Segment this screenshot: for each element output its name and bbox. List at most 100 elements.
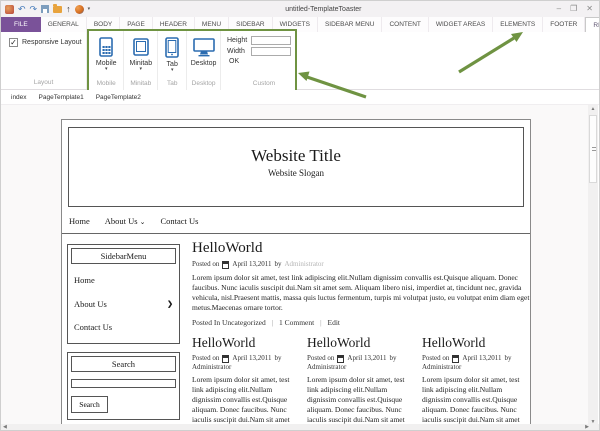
post-body: Lorem ipsum dolor sit amet, test link ad…: [307, 375, 405, 426]
website-preview[interactable]: Website Title Website Slogan Home About …: [61, 119, 531, 426]
tab-icon[interactable]: [164, 37, 180, 58]
sidebar-item-home[interactable]: Home: [71, 264, 176, 288]
width-label: Width: [227, 48, 245, 55]
post-footer: Posted In Uncategorized | 1 Comment | Ed…: [192, 318, 530, 327]
site-nav-bar: Home About Us ⌄ Contact Us: [62, 208, 530, 234]
meta-date: April 13,2011: [462, 354, 502, 362]
tab-content[interactable]: CONTENT: [382, 17, 429, 32]
templatetoaster-window: ↶ ↷ ↑ ▾ untitled-TemplateToaster – ❐ ✕ F…: [0, 0, 600, 431]
search-input[interactable]: [71, 379, 176, 388]
export-folder-icon[interactable]: [53, 3, 63, 13]
page-tab-index[interactable]: index: [11, 94, 27, 101]
post-title[interactable]: HelloWorld: [422, 335, 528, 351]
undo-icon[interactable]: ↶: [18, 4, 26, 14]
save-icon[interactable]: [41, 5, 50, 13]
sidebar-item-about-us[interactable]: About Us ❯: [71, 288, 176, 312]
meta-author-link[interactable]: Administrator: [307, 363, 346, 372]
tab-general[interactable]: GENERAL: [41, 17, 87, 32]
title-bar: ↶ ↷ ↑ ▾ untitled-TemplateToaster – ❐ ✕: [1, 1, 599, 17]
nav-dropdown-icon: ⌄: [139, 217, 146, 226]
window-title: untitled-TemplateToaster: [285, 5, 362, 13]
tab-widget-areas[interactable]: WIDGET AREAS: [429, 17, 494, 32]
preview-sidebar: SidebarMenu Home About Us ❯ Contact Us S…: [67, 244, 180, 426]
post-columns: HelloWorld Posted on April 13,2011 by Ad…: [192, 335, 530, 426]
column-post[interactable]: HelloWorld Posted on April 13,2011 by Ad…: [192, 335, 298, 426]
post-body: Lorem ipsum dolor sit amet, test link ad…: [422, 375, 520, 426]
layout-group: ✓ Responsive Layout Layout: [1, 32, 87, 89]
sidebar-menu-title: SidebarMenu: [71, 248, 176, 264]
minitab-icon[interactable]: [132, 37, 150, 57]
height-input[interactable]: [251, 36, 291, 45]
post-title[interactable]: HelloWorld: [192, 335, 298, 351]
meta-by: by: [274, 354, 282, 362]
custom-group: Height Width OK Custom: [221, 31, 295, 90]
tab-file[interactable]: FILE: [1, 17, 41, 32]
preview-content: HelloWorld Posted on April 13,2011 by Ad…: [192, 240, 530, 426]
meta-author-link[interactable]: Administrator: [284, 260, 323, 269]
responsive-layout-checkbox-label: Responsive Layout: [22, 39, 82, 46]
column-post[interactable]: HelloWorld Posted on April 13,2011 by Ad…: [422, 335, 528, 426]
meta-author-link[interactable]: Administrator: [422, 363, 461, 372]
mobile-icon[interactable]: [98, 37, 114, 57]
column-post[interactable]: HelloWorld Posted on April 13,2011 by Ad…: [307, 335, 413, 426]
minimize-button[interactable]: –: [557, 4, 561, 14]
meta-by: by: [389, 354, 397, 362]
tab-footer[interactable]: FOOTER: [543, 17, 586, 32]
post-meta: Posted on April 13,2011 by Administrator: [422, 354, 528, 372]
calendar-icon: [452, 354, 460, 363]
width-input[interactable]: [251, 47, 291, 56]
meta-date: April 13,2011: [232, 260, 272, 268]
desktop-icon[interactable]: [192, 37, 216, 57]
site-header-box[interactable]: Website Title Website Slogan: [68, 127, 524, 207]
minitab-dropdown-icon[interactable]: ▾: [140, 67, 143, 72]
page-tab-pagetemplate1[interactable]: PageTemplate1: [39, 94, 84, 101]
nav-item-home[interactable]: Home: [69, 216, 90, 226]
comments-link[interactable]: 1 Comment: [279, 318, 314, 327]
horizontal-scrollbar[interactable]: ◀ ▶: [1, 424, 599, 430]
calendar-icon: [222, 260, 230, 269]
category-link[interactable]: Posted In Uncategorized: [192, 318, 266, 327]
post-meta: Posted on April 13,2011 by Administrator: [192, 260, 530, 269]
meta-author-link[interactable]: Administrator: [192, 363, 231, 372]
nav-item-contact-us[interactable]: Contact Us: [160, 216, 198, 226]
desktop-group: Desktop Desktop: [187, 31, 221, 90]
vertical-scrollbar[interactable]: ▲ ▼: [588, 105, 598, 426]
scroll-right-icon[interactable]: ▶: [585, 424, 589, 430]
post-title[interactable]: HelloWorld: [192, 240, 530, 257]
post-meta: Posted on April 13,2011 by Administrator: [307, 354, 413, 372]
meta-posted-on: Posted on: [192, 260, 220, 268]
quick-access-toolbar: ↶ ↷ ↑ ▾: [1, 3, 90, 14]
search-widget[interactable]: Search Search: [67, 352, 180, 420]
ok-button[interactable]: OK: [229, 58, 291, 65]
minitab-group-label: Minitab: [130, 80, 152, 87]
scroll-up-icon[interactable]: ▲: [591, 105, 596, 113]
ribbon-panel: ✓ Responsive Layout Layout Mobile ▾ Mobi…: [1, 29, 599, 92]
mobile-dropdown-icon[interactable]: ▾: [105, 67, 108, 72]
tab-dropdown-icon[interactable]: ▾: [171, 68, 174, 73]
tab-responsive-layout[interactable]: RESPONSIVE LAYOUT: [585, 17, 599, 32]
edit-link[interactable]: Edit: [327, 318, 340, 327]
main-post[interactable]: HelloWorld Posted on April 13,2011 by Ad…: [192, 240, 530, 327]
desktop-button[interactable]: Desktop: [191, 60, 217, 67]
desktop-group-label: Desktop: [191, 80, 216, 87]
sidebar-item-contact-us[interactable]: Contact Us: [71, 312, 176, 340]
site-slogan: Website Slogan: [267, 168, 325, 178]
page-tab-pagetemplate2[interactable]: PageTemplate2: [96, 94, 141, 101]
scroll-left-icon[interactable]: ◀: [3, 424, 7, 430]
redo-icon[interactable]: ↷: [30, 4, 38, 14]
responsive-layout-checkbox[interactable]: ✓: [9, 38, 18, 47]
sidebar-item-label: About Us: [74, 299, 107, 309]
sidebar-menu-widget[interactable]: SidebarMenu Home About Us ❯ Contact Us: [67, 244, 180, 344]
upload-icon[interactable]: ↑: [66, 4, 71, 14]
vertical-scroll-thumb[interactable]: [589, 115, 597, 183]
mobile-group: Mobile ▾ Mobile: [89, 31, 125, 90]
mobile-group-label: Mobile: [96, 80, 116, 87]
tab-elements[interactable]: ELEMENTS: [493, 17, 544, 32]
tab-sidebar-menu[interactable]: SIDEBAR MENU: [318, 17, 383, 32]
nav-item-about-us[interactable]: About Us ⌄: [105, 216, 146, 226]
search-button[interactable]: Search: [71, 396, 108, 413]
close-button[interactable]: ✕: [586, 4, 593, 14]
browser-preview-icon[interactable]: [74, 4, 84, 14]
maximize-button[interactable]: ❐: [570, 4, 577, 14]
post-title[interactable]: HelloWorld: [307, 335, 413, 351]
